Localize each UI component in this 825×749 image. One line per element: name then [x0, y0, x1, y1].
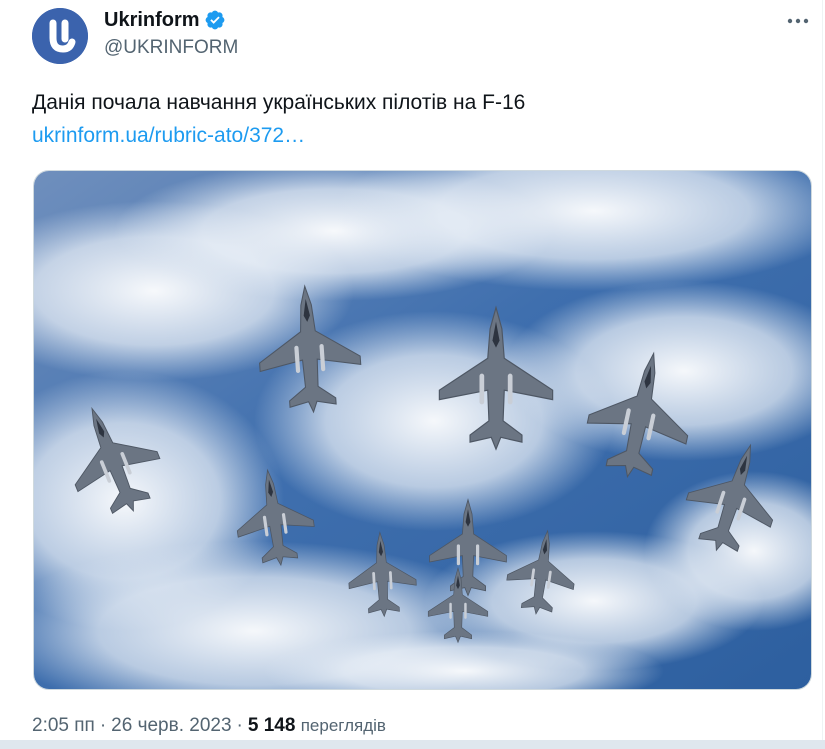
- f16-formation-photo: [34, 171, 811, 689]
- tweet-text: Данія почала навчання українських пілоті…: [32, 91, 526, 114]
- tweet-page: Ukrinform @UKRINFORM Данія почала навчан…: [0, 0, 825, 749]
- views-count: 5 148: [247, 715, 296, 736]
- tweet-link[interactable]: ukrinform.ua/rubric-ato/372…: [32, 123, 305, 149]
- tweet-date[interactable]: 26 черв. 2023: [111, 715, 231, 736]
- tweet-time[interactable]: 2:05 пп: [32, 715, 95, 736]
- meta-separator: ·: [99, 715, 107, 736]
- author-display-name[interactable]: Ukrinform: [104, 8, 200, 32]
- verified-badge-icon[interactable]: [204, 9, 226, 31]
- ukrinform-logo-icon: [32, 8, 88, 64]
- bottom-edge: [0, 740, 825, 749]
- more-horizontal-icon: [787, 18, 809, 24]
- column-divider: [822, 0, 823, 749]
- author-handle[interactable]: @UKRINFORM: [104, 37, 238, 59]
- more-options-button[interactable]: [784, 8, 812, 34]
- author-name-row: Ukrinform: [104, 8, 226, 32]
- meta-separator: ·: [236, 715, 243, 736]
- views-label: переглядів: [300, 716, 386, 735]
- tweet-meta: 2:05 пп · 26 черв. 2023 · 5 148 переглядів: [32, 714, 386, 738]
- tweet-photo[interactable]: [33, 170, 812, 690]
- author-avatar[interactable]: [32, 8, 88, 64]
